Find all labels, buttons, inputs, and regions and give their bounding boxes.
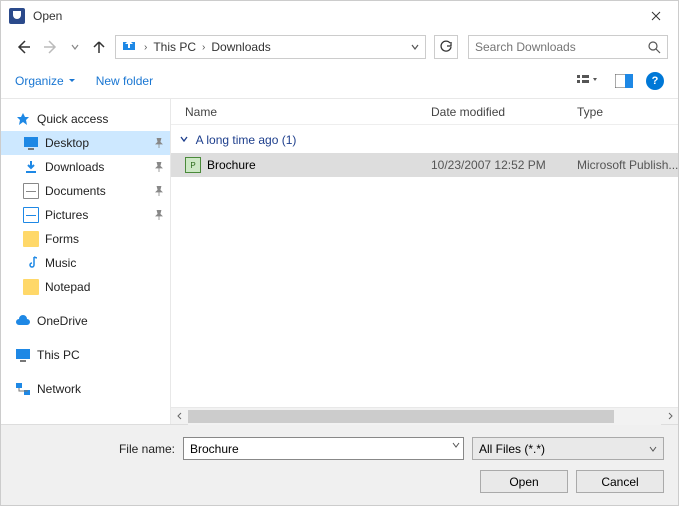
documents-icon xyxy=(23,183,39,199)
sidebar-item-label: Forms xyxy=(45,232,79,246)
search-box[interactable] xyxy=(468,35,668,59)
title-bar: Open xyxy=(1,1,678,31)
main-area: Quick access Desktop Downloads Documents… xyxy=(1,99,678,424)
sidebar-item-label: Notepad xyxy=(45,280,90,294)
sidebar-this-pc[interactable]: This PC xyxy=(1,343,170,367)
file-row[interactable]: P Brochure 10/23/2007 12:52 PM Microsoft… xyxy=(171,153,678,177)
breadcrumb-dropdown[interactable] xyxy=(405,43,425,51)
sidebar-item-label: Documents xyxy=(45,184,106,198)
folder-icon xyxy=(23,279,39,295)
sidebar-item-documents[interactable]: Documents xyxy=(1,179,170,203)
column-type[interactable]: Type xyxy=(577,105,678,119)
sidebar-item-label: Downloads xyxy=(45,160,104,174)
group-header[interactable]: A long time ago (1) xyxy=(171,125,678,153)
column-date[interactable]: Date modified xyxy=(431,105,577,119)
sidebar-network[interactable]: Network xyxy=(1,377,170,401)
back-button[interactable] xyxy=(11,35,35,59)
sidebar-label: OneDrive xyxy=(37,314,88,328)
help-button[interactable]: ? xyxy=(646,72,664,90)
file-type-filter[interactable]: All Files (*.*) xyxy=(472,437,664,460)
cloud-icon xyxy=(15,313,31,329)
file-list-area: Name Date modified Type A long time ago … xyxy=(171,99,678,424)
up-button[interactable] xyxy=(87,35,111,59)
desktop-icon xyxy=(23,135,39,151)
window-title: Open xyxy=(33,9,633,23)
organize-button[interactable]: Organize xyxy=(15,74,76,88)
crumb-downloads[interactable]: Downloads xyxy=(207,40,274,54)
sidebar-item-pictures[interactable]: Pictures xyxy=(1,203,170,227)
footer: File name: All Files (*.*) Open Cancel xyxy=(1,424,678,505)
search-input[interactable] xyxy=(475,40,648,54)
chevron-down-icon xyxy=(649,445,657,453)
sidebar-onedrive[interactable]: OneDrive xyxy=(1,309,170,333)
sidebar-item-label: Desktop xyxy=(45,136,89,150)
pc-icon xyxy=(120,38,138,56)
sidebar-item-label: Music xyxy=(45,256,76,270)
star-icon xyxy=(15,111,31,127)
crumb-this-pc[interactable]: This PC xyxy=(149,40,200,54)
sidebar-quick-access[interactable]: Quick access xyxy=(1,107,170,131)
sidebar-label: Network xyxy=(37,382,81,396)
sidebar-item-label: Pictures xyxy=(45,208,88,222)
music-icon xyxy=(23,255,39,271)
scroll-right-button[interactable] xyxy=(661,408,678,425)
sidebar-label: Quick access xyxy=(37,112,108,126)
pin-icon xyxy=(154,138,164,148)
column-name[interactable]: Name xyxy=(185,105,431,119)
filter-label: All Files (*.*) xyxy=(479,442,545,456)
file-date: 10/23/2007 12:52 PM xyxy=(431,158,577,172)
filename-input[interactable] xyxy=(183,437,464,460)
file-name: Brochure xyxy=(207,158,256,172)
scrollbar-thumb[interactable] xyxy=(188,410,614,423)
filename-dropdown[interactable] xyxy=(452,441,460,449)
publisher-file-icon: P xyxy=(185,157,201,173)
folder-icon xyxy=(23,231,39,247)
recent-locations-button[interactable] xyxy=(67,35,83,59)
preview-pane-button[interactable] xyxy=(610,69,638,93)
pc-icon xyxy=(15,347,31,363)
close-button[interactable] xyxy=(633,1,678,31)
pictures-icon xyxy=(23,207,39,223)
pin-icon xyxy=(154,162,164,172)
chevron-right-icon: › xyxy=(200,42,207,53)
view-options-button[interactable] xyxy=(574,69,602,93)
chevron-right-icon: › xyxy=(142,42,149,53)
sidebar: Quick access Desktop Downloads Documents… xyxy=(1,99,171,424)
cancel-button[interactable]: Cancel xyxy=(576,470,664,493)
sidebar-item-notepad[interactable]: Notepad xyxy=(1,275,170,299)
download-icon xyxy=(23,159,39,175)
open-button[interactable]: Open xyxy=(480,470,568,493)
group-header-label: A long time ago (1) xyxy=(196,133,297,147)
sidebar-item-desktop[interactable]: Desktop xyxy=(1,131,170,155)
file-type: Microsoft Publish... xyxy=(577,158,678,172)
horizontal-scrollbar[interactable] xyxy=(171,407,678,424)
refresh-button[interactable] xyxy=(434,35,458,59)
filename-label: File name: xyxy=(15,442,175,456)
network-icon xyxy=(15,381,31,397)
chevron-down-icon xyxy=(179,134,189,144)
new-folder-button[interactable]: New folder xyxy=(96,74,153,88)
organize-label: Organize xyxy=(15,74,64,88)
app-icon xyxy=(9,8,25,24)
pin-icon xyxy=(154,186,164,196)
sidebar-label: This PC xyxy=(37,348,80,362)
sidebar-item-downloads[interactable]: Downloads xyxy=(1,155,170,179)
scrollbar-track[interactable] xyxy=(188,408,661,425)
breadcrumb[interactable]: › This PC › Downloads xyxy=(115,35,426,59)
column-headers[interactable]: Name Date modified Type xyxy=(171,99,678,125)
search-icon xyxy=(648,41,661,54)
toolbar: Organize New folder ? xyxy=(1,63,678,99)
forward-button[interactable] xyxy=(39,35,63,59)
sidebar-item-music[interactable]: Music xyxy=(1,251,170,275)
sidebar-item-forms[interactable]: Forms xyxy=(1,227,170,251)
nav-bar: › This PC › Downloads xyxy=(1,31,678,63)
chevron-down-icon xyxy=(68,77,76,85)
scroll-left-button[interactable] xyxy=(171,408,188,425)
pin-icon xyxy=(154,210,164,220)
